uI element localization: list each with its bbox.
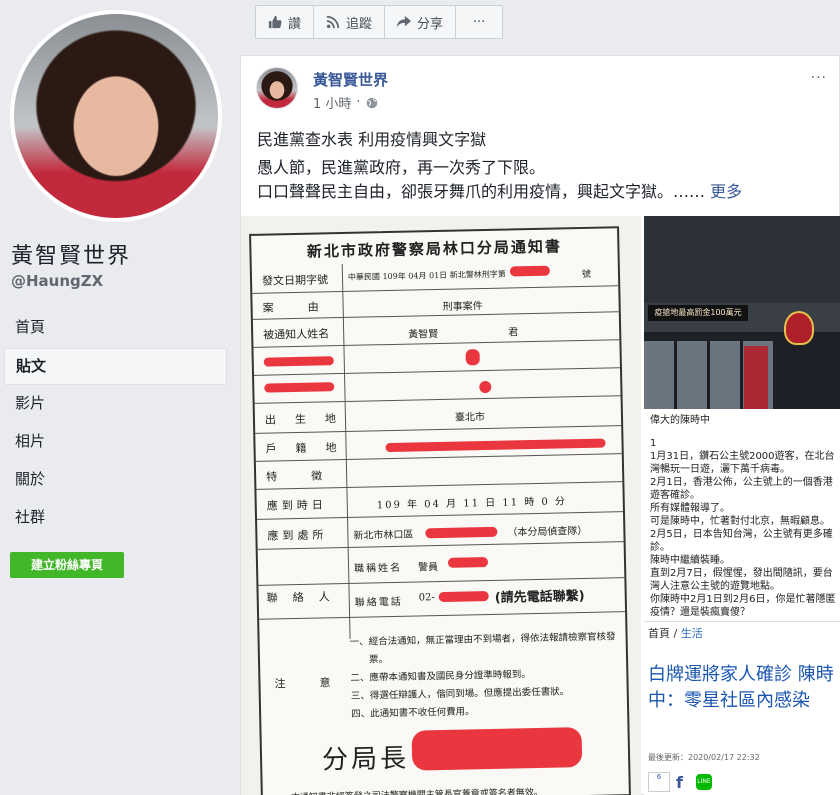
nav-item-home[interactable]: 首頁	[4, 310, 227, 347]
left-column: 黃智賢世界 @HaungZX 首頁 貼文 影片 相片 關於 社群 建立粉絲專頁	[0, 0, 236, 795]
post-title-line: 民進黨查水表 利用疫情興文字獄	[257, 130, 487, 149]
nav-item-community[interactable]: 社群	[4, 500, 227, 537]
news-updated-time: 最後更新：2020/02/17 22:32	[648, 753, 760, 762]
notice-notes: 一、經合法通知，無正當理由不到場者，得依法報請檢察官核發 票。 二、應帶本通知書…	[349, 631, 616, 720]
page-action-bar: 讚 追蹤 分享 ···	[255, 5, 504, 39]
news-share-bar: 6 f LINE	[648, 772, 712, 792]
post-line-2: 口口聲聲民主自由，卻張牙舞爪的利用疫情，興起文字獄。…… 更多	[257, 182, 743, 201]
thumbs-up-icon	[268, 15, 282, 29]
follow-button[interactable]: 追蹤	[314, 6, 386, 38]
nav-item-videos[interactable]: 影片	[4, 386, 227, 423]
redaction-mark	[425, 526, 498, 539]
news-headline: 白牌運將家人確診 陳時中：零星社區內感染	[648, 664, 834, 711]
like-button[interactable]: 讚	[256, 6, 315, 38]
police-emblem-icon	[784, 311, 814, 345]
page-nav: 首頁 貼文 影片 相片 關於 社群	[4, 310, 227, 538]
news-article-screenshot: 首頁 / 生活 白牌運將家人確診 陳時中：零星社區內感染 最後更新：2020/0…	[644, 621, 840, 795]
rss-follow-icon	[326, 15, 340, 29]
post-options-icon[interactable]: ···	[811, 70, 827, 86]
dot-separator: ·	[356, 95, 361, 110]
post-photo-collage[interactable]: 疫搶地最高罰金100萬元 偉大的陳時中 1 1月31日，鑽石公主號2000遊客，…	[644, 216, 840, 795]
nav-item-photos[interactable]: 相片	[4, 424, 227, 461]
post-author-name[interactable]: 黃智賢世界	[313, 69, 388, 90]
police-notice-document: 新北市政府警察局林口分局通知書 發文日期字號 中華民國 109年 04月 01日…	[249, 226, 631, 795]
notice-footer: 一、本通知書非經簽發之司法警察機關主管長官蓋章或簽名者無效。	[273, 785, 543, 795]
redaction-mark	[411, 727, 583, 771]
notes-label: 注 意	[274, 676, 335, 691]
page-handle[interactable]: @HaungZX	[11, 272, 103, 290]
page-profile-picture[interactable]	[10, 10, 222, 222]
redaction-mark	[438, 590, 489, 603]
facebook-icon: f	[676, 773, 683, 792]
nav-item-posts[interactable]: 貼文	[4, 348, 227, 385]
share-label: 分享	[417, 16, 444, 32]
more-options-button[interactable]: ···	[456, 6, 502, 38]
post-timestamp[interactable]: 1 小時	[313, 93, 351, 112]
redaction-mark	[509, 265, 551, 277]
nav-item-about[interactable]: 關於	[4, 462, 227, 499]
line-app-icon: LINE	[696, 774, 712, 790]
post-author-avatar[interactable]	[256, 67, 298, 109]
fb-like-count: 6	[648, 772, 670, 792]
globe-icon[interactable]	[366, 97, 378, 109]
door	[744, 346, 768, 409]
post-text: 愚人節，民進黨政府，再一次秀了下限。 口口聲聲民主自由，卻張牙舞爪的利用疫情，興…	[257, 156, 827, 204]
feed-post: 黃智賢世界 1 小時 · ··· 民進黨查水表 利用疫情興文字獄 愚人節，民進黨…	[240, 55, 840, 795]
like-label: 讚	[288, 16, 302, 32]
breadcrumb: 首頁 / 生活	[648, 627, 703, 640]
avatar	[14, 14, 218, 218]
redaction-mark	[263, 356, 334, 367]
post-photo-notice[interactable]: 新北市政府警察局林口分局通知書 發文日期字號 中華民國 109年 04月 01日…	[241, 216, 641, 795]
chief-signature-label: 分局長	[321, 743, 410, 776]
phone-note: (請先電話聯繫)	[494, 588, 585, 606]
banner-sign: 疫搶地最高罰金100萬元	[648, 305, 748, 321]
post-meta: 1 小時 ·	[313, 93, 378, 112]
screenshot-text: 偉大的陳時中 1 1月31日，鑽石公主號2000遊客，在北台灣暢玩一日遊，灑下萬…	[650, 415, 836, 618]
see-more-link[interactable]: 更多	[710, 182, 742, 201]
ellipsis-icon: ···	[472, 14, 486, 30]
redaction-mark	[264, 382, 335, 393]
police-station-photo: 疫搶地最高罰金100萬元	[644, 216, 840, 409]
page-title[interactable]: 黃智賢世界	[11, 238, 131, 270]
follow-label: 追蹤	[346, 16, 373, 32]
share-arrow-icon	[397, 15, 412, 28]
redaction-mark	[447, 557, 489, 568]
redaction-mark	[465, 349, 480, 366]
create-page-button[interactable]: 建立粉絲專頁	[10, 552, 124, 578]
share-button[interactable]: 分享	[385, 6, 457, 38]
post-line-1: 愚人節，民進黨政府，再一次秀了下限。	[257, 158, 546, 177]
